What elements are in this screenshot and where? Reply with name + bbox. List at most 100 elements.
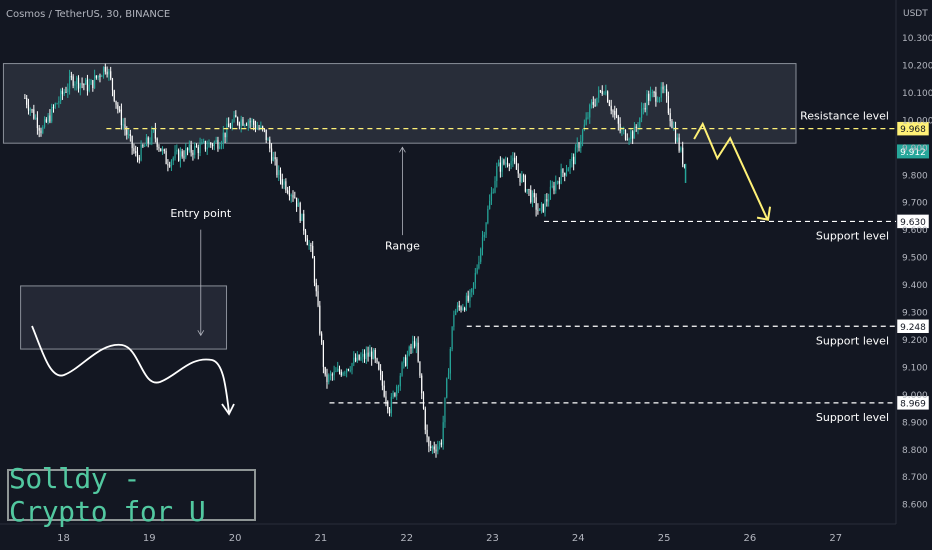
candle-body (188, 144, 190, 151)
candle-body (170, 160, 173, 166)
price-axis[interactable]: USDT 10.300 10.200 10.100 10.000 9.900 9.800 9.… (902, 9, 932, 511)
y-tick-label: 9.000 (902, 391, 928, 401)
candle-body (346, 369, 348, 373)
candle-body (52, 107, 55, 109)
candle-body (449, 349, 451, 374)
candle-body (431, 446, 434, 449)
candle-body (467, 295, 469, 301)
candle-body (478, 261, 480, 268)
candle-body (127, 134, 130, 136)
y-tick-label: 8.800 (902, 446, 928, 456)
candle-body (27, 104, 30, 111)
candle-body (61, 90, 64, 95)
brand-watermark: Solldy - Crypto for U (7, 462, 256, 528)
candle-body (292, 195, 294, 198)
candle-body (229, 127, 232, 129)
candle-body (70, 76, 72, 78)
candle-body (551, 185, 553, 187)
candle-body (208, 143, 210, 148)
candle-body (655, 92, 657, 102)
y-tick-label: 9.700 (902, 199, 928, 209)
candle-body (549, 186, 552, 200)
candle-body (521, 175, 523, 182)
y-tick-label: 10.200 (902, 61, 932, 71)
candle-body (301, 213, 303, 221)
candle-body (428, 437, 430, 447)
candle-body (194, 145, 196, 155)
candle-body (406, 355, 409, 366)
candle-body (471, 288, 473, 293)
candle-body (253, 120, 255, 125)
candle-body (31, 109, 33, 111)
candle-body (523, 175, 525, 177)
candle-body (573, 156, 575, 165)
candle-body (397, 386, 400, 388)
candle-body (362, 353, 364, 357)
candle-body (567, 168, 569, 172)
x-tick-label: 22 (400, 533, 413, 544)
candle-body (256, 127, 258, 130)
candle-body (42, 127, 44, 134)
candle-body (392, 393, 394, 397)
candle-body (376, 358, 378, 363)
candle-body (660, 86, 662, 98)
candle-body (133, 148, 135, 152)
y-tick-label: 9.100 (902, 363, 928, 373)
candle-body (517, 169, 519, 174)
drawings-layer: Range Entry point (31, 121, 772, 416)
candle-body (167, 164, 169, 166)
candle-body (674, 127, 677, 142)
candle-body (682, 147, 684, 165)
candle-body (313, 258, 316, 283)
candle-body (49, 115, 51, 122)
candle-body (494, 180, 496, 193)
candle-body (598, 90, 600, 98)
candle-body (580, 140, 582, 148)
candle-body (88, 84, 90, 91)
candle-body (267, 139, 269, 141)
candle-body (569, 160, 571, 169)
candle-body (426, 429, 428, 438)
candle-body (496, 166, 498, 181)
resistance-zone (2, 63, 797, 144)
candle-body (460, 307, 462, 310)
candle-body (607, 91, 609, 103)
candle-body (310, 244, 312, 246)
candle-body (142, 144, 144, 147)
candle-body (51, 107, 53, 122)
candle-body (371, 351, 373, 360)
candle-body (156, 138, 158, 147)
candle-body (333, 371, 335, 376)
candle-body (619, 123, 621, 132)
candle-body (210, 143, 212, 145)
candle-body (222, 132, 224, 143)
candle-body (608, 102, 611, 106)
candle-body (581, 130, 584, 141)
candle-body (499, 162, 501, 172)
candle-body (383, 385, 385, 397)
candle-body (172, 157, 174, 161)
candle-body (462, 308, 464, 310)
candle-body (135, 151, 137, 154)
candle-body (199, 144, 201, 154)
candle-body (360, 356, 362, 360)
y-tick-label: 10.000 (902, 116, 932, 126)
candle-body (65, 91, 67, 93)
candle-body (183, 156, 185, 158)
candle-body (110, 71, 112, 79)
candle-body (664, 89, 666, 91)
candle-body (237, 117, 239, 124)
candle-body (213, 142, 215, 147)
candle-body (381, 374, 383, 386)
candle-body (342, 372, 344, 376)
price-tag-text: 9.968 (900, 125, 926, 135)
candle-body (85, 79, 87, 85)
time-axis[interactable]: 18 19 20 21 22 23 24 25 26 27 (57, 533, 842, 544)
candle-body (102, 66, 105, 76)
candle-body (403, 357, 405, 363)
x-tick-label: 26 (744, 533, 757, 544)
candle-body (304, 230, 307, 239)
candle-body (169, 165, 171, 167)
candle-body (615, 114, 618, 117)
candle-body (623, 129, 625, 131)
